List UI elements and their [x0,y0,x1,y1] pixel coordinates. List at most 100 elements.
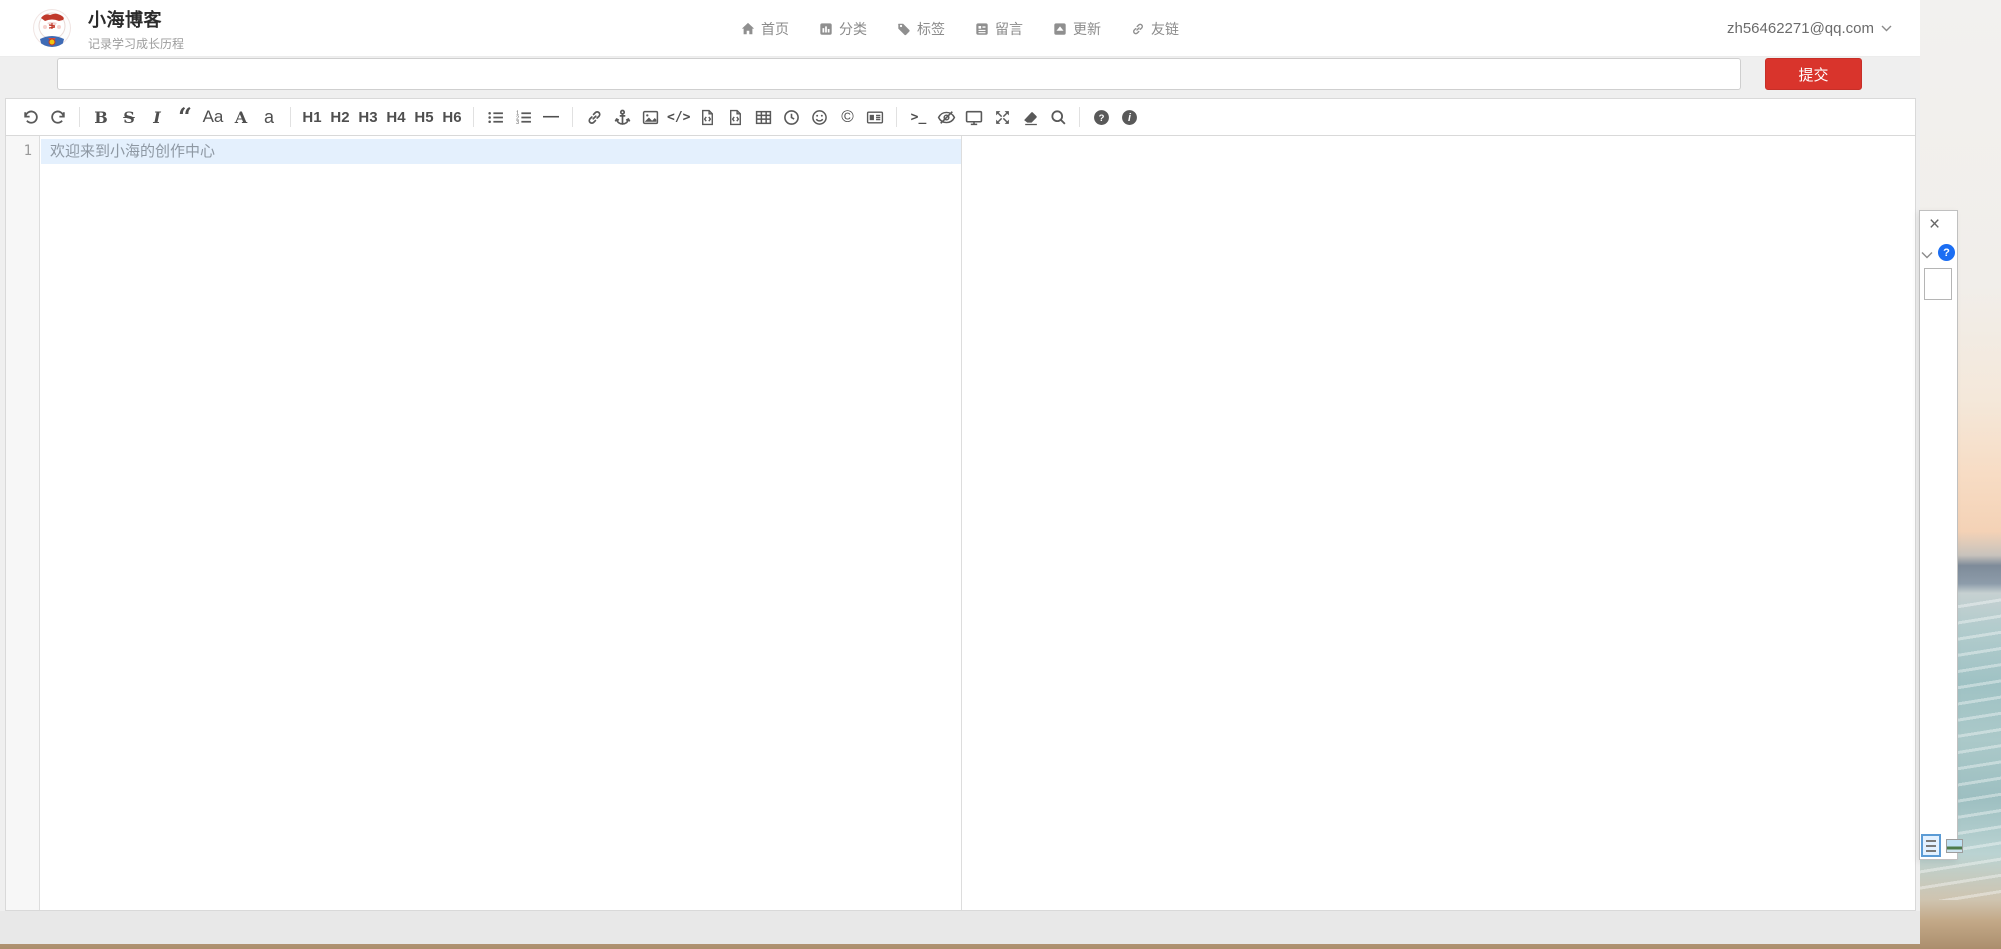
post-title-input[interactable] [57,58,1741,90]
fullscreen-arrows-icon [994,109,1011,126]
toolbar-separator [290,107,291,127]
anchor-icon [614,109,631,126]
preview-monitor-icon [965,109,983,126]
insert-table-button[interactable] [749,103,777,131]
line-number-gutter: 1 [6,136,40,910]
lowercase-button[interactable]: a [255,103,283,131]
submit-button[interactable]: 提交 [1765,58,1862,90]
list-ol-icon: 123 [515,109,532,126]
close-icon[interactable]: × [1929,215,1940,235]
html-entities-button[interactable]: © [833,103,861,131]
toolbar-separator [79,107,80,127]
undo-button[interactable] [16,103,44,131]
editor-placeholder-text: 欢迎来到小海的创作中心 [41,139,961,164]
search-button[interactable] [1044,103,1072,131]
eraser-icon [1022,109,1039,126]
italic-button[interactable]: I [143,103,171,131]
nav-item-messages[interactable]: 留言 [975,19,1023,39]
code-block-button[interactable] [721,103,749,131]
nav-label: 分类 [839,19,867,39]
ucwords-button[interactable]: Aa [199,103,227,131]
user-account-dropdown[interactable]: zh56462271@qq.com [1727,0,1892,57]
markdown-preview-pane [962,136,1915,910]
info-button[interactable]: i [1115,103,1143,131]
unordered-list-button[interactable] [481,103,509,131]
comments-icon [975,22,989,36]
nav-item-tags[interactable]: 标签 [897,19,945,39]
uppercase-button[interactable]: A [227,103,255,131]
h6-button[interactable]: H6 [438,103,466,131]
eye-slash-watch-icon [937,109,956,126]
datetime-clock-icon [783,109,800,126]
friend-link-icon [1131,22,1145,36]
strikethrough-button[interactable]: S [115,103,143,131]
pagebreak-icon [866,109,884,126]
h4-button[interactable]: H4 [382,103,410,131]
info-icon: i [1121,109,1138,126]
image-icon [642,109,659,126]
nav-label: 更新 [1073,19,1101,39]
home-icon [741,22,755,36]
datetime-button[interactable] [777,103,805,131]
fullscreen-button[interactable] [988,103,1016,131]
update-icon [1053,22,1067,36]
link-button[interactable] [580,103,608,131]
nav-item-category[interactable]: 分类 [819,19,867,39]
question-help-icon[interactable]: ? [1938,244,1955,261]
svg-text:?: ? [1099,112,1105,123]
svg-text:3: 3 [516,120,519,126]
nav-item-updates[interactable]: 更新 [1053,19,1101,39]
preview-button[interactable] [960,103,988,131]
toolbar-separator [473,107,474,127]
bold-button[interactable]: B [87,103,115,131]
nav-item-friend-links[interactable]: 友链 [1131,19,1179,39]
nav-item-home[interactable]: 首页 [741,19,789,39]
insert-image-button[interactable] [636,103,664,131]
preformatted-text-button[interactable] [693,103,721,131]
h5-button[interactable]: H5 [410,103,438,131]
anchor-reference-link-button[interactable] [608,103,636,131]
code-block-icon [727,109,744,126]
nav-label: 留言 [995,19,1023,39]
inline-code-button[interactable]: </> [664,103,693,131]
chevron-down-icon[interactable] [1921,251,1933,259]
nav-label: 首页 [761,19,789,39]
page-footer [0,911,1920,944]
clear-button[interactable] [1016,103,1044,131]
list-ul-icon [487,109,504,126]
popup-input[interactable] [1924,268,1952,300]
site-logo-avatar[interactable] [33,9,71,47]
link-icon [586,109,603,126]
search-icon [1050,109,1067,126]
h2-button[interactable]: H2 [326,103,354,131]
extension-popup-panel: × ? [1919,210,1958,860]
h1-button[interactable]: H1 [298,103,326,131]
horizontal-rule-button[interactable]: — [537,103,565,131]
editor-body: 1 欢迎来到小海的创作中心 [6,136,1915,910]
watch-toggle-button[interactable] [932,103,960,131]
help-button[interactable]: ? [1087,103,1115,131]
quote-button[interactable]: “ [171,109,199,125]
toolbar-separator [572,107,573,127]
list-view-icon[interactable] [1921,834,1941,857]
image-view-icon[interactable] [1946,839,1963,853]
goto-line-button[interactable]: >_ [904,103,932,131]
emoji-button[interactable] [805,103,833,131]
site-title: 小海博客 [88,6,184,32]
redo-icon [50,109,67,126]
popup-view-toggles [1921,834,1963,857]
help-icon: ? [1093,109,1110,126]
header: 小海博客 记录学习成长历程 首页 分类 标签 留言 更新 [0,0,1920,57]
editor-active-line[interactable]: 欢迎来到小海的创作中心 [41,139,961,164]
redo-button[interactable] [44,103,72,131]
main-nav: 首页 分类 标签 留言 更新 友链 [741,0,1179,57]
tag-icon [897,22,911,36]
undo-icon [22,109,39,126]
ordered-list-button[interactable]: 123 [509,103,537,131]
editor-toolbar: B S I “ Aa A a H1 H2 H3 H4 H5 H6 123 — <… [6,99,1915,136]
pagebreak-button[interactable] [861,103,889,131]
h3-button[interactable]: H3 [354,103,382,131]
markdown-editor: B S I “ Aa A a H1 H2 H3 H4 H5 H6 123 — <… [5,98,1916,911]
site-subtitle: 记录学习成长历程 [88,35,184,52]
toolbar-separator [1079,107,1080,127]
